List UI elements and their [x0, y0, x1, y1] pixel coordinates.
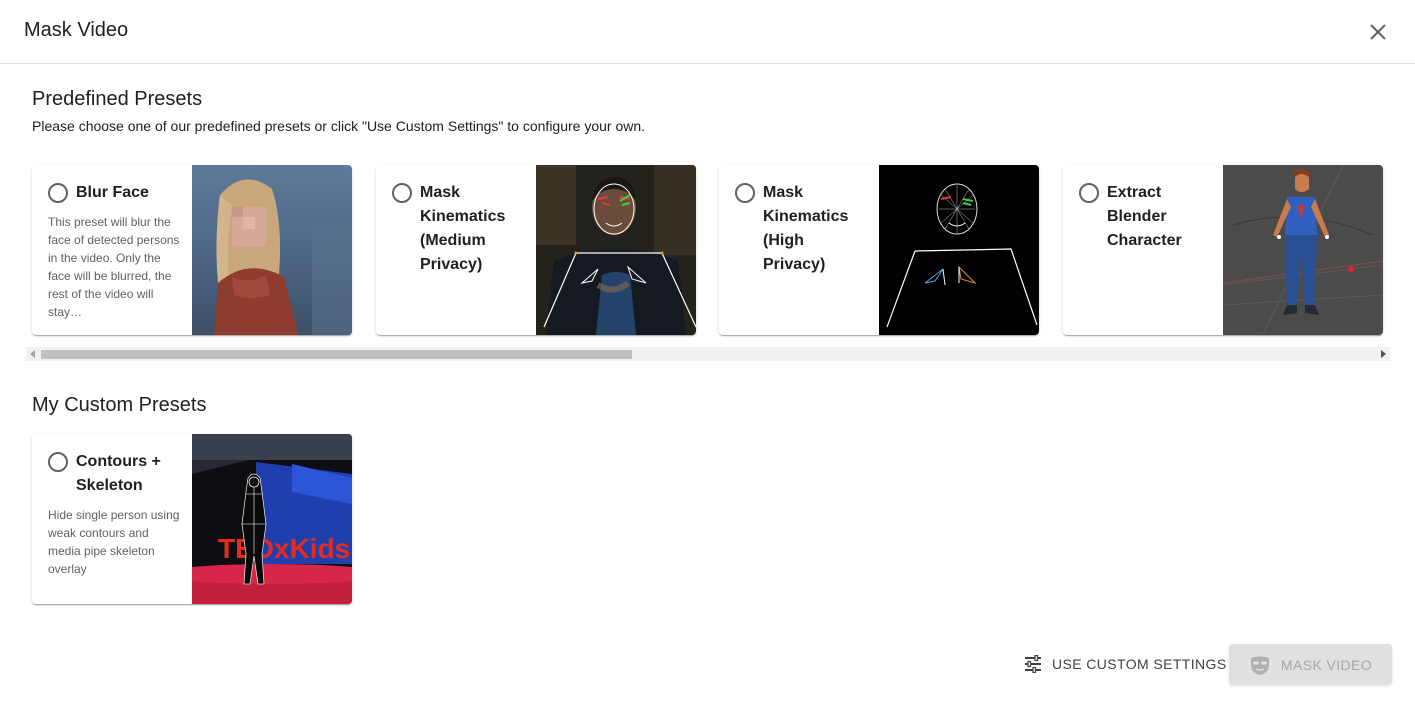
- predefined-presets-subtitle: Please choose one of our predefined pres…: [32, 118, 646, 134]
- card-content: Mask Kinematics (Medium Privacy): [376, 165, 536, 335]
- scroll-left-arrow-icon[interactable]: [30, 350, 35, 358]
- horizontal-scrollbar[interactable]: [26, 347, 1390, 361]
- preset-thumbnail: TEDxKids: [192, 434, 352, 604]
- preset-card-mask-kinematics-medium[interactable]: Mask Kinematics (Medium Privacy): [376, 165, 696, 335]
- card-title: Mask Kinematics (High Privacy): [763, 184, 849, 273]
- card-content: Mask Kinematics (High Privacy): [719, 165, 879, 335]
- preset-card-mask-kinematics-high[interactable]: Mask Kinematics (High Privacy): [719, 165, 1039, 335]
- dialog-header: Mask Video: [0, 0, 1415, 64]
- preset-thumbnail: [879, 165, 1039, 335]
- card-content: Extract Blender Character: [1063, 165, 1223, 335]
- preset-card-contours-skeleton[interactable]: Contours + Skeleton Hide single person u…: [32, 434, 352, 604]
- card-title: Contours + Skeleton: [76, 453, 161, 494]
- dialog-title: Mask Video: [24, 19, 129, 41]
- radio-button[interactable]: [735, 183, 755, 203]
- use-custom-settings-label: USE CUSTOM SETTINGS: [1052, 656, 1227, 672]
- scroll-right-arrow-icon[interactable]: [1381, 350, 1386, 358]
- close-button[interactable]: [1364, 18, 1392, 46]
- card-description: This preset will blur the face of detect…: [48, 215, 180, 319]
- mask-icon: [1250, 656, 1269, 675]
- preset-thumbnail: [1223, 165, 1383, 335]
- radio-button[interactable]: [48, 452, 68, 472]
- predefined-presets-title: Predefined Presets: [32, 88, 203, 110]
- mask-video-label: MASK VIDEO: [1280, 656, 1373, 673]
- radio-button[interactable]: [48, 183, 68, 203]
- scrollbar-thumb[interactable]: [41, 350, 632, 359]
- radio-button[interactable]: [392, 183, 412, 203]
- preset-card-extract-blender-character[interactable]: Extract Blender Character: [1063, 165, 1383, 335]
- preset-thumbnail: [536, 165, 696, 335]
- card-content: Contours + Skeleton Hide single person u…: [32, 434, 192, 604]
- mask-video-button[interactable]: MASK VIDEO: [1229, 644, 1392, 685]
- card-content: Blur Face This preset will blur the face…: [32, 165, 192, 335]
- card-description: Hide single person using weak contours a…: [48, 508, 180, 576]
- preset-thumbnail: [192, 165, 352, 335]
- card-title: Extract Blender Character: [1107, 184, 1182, 249]
- card-title: Blur Face: [76, 184, 149, 201]
- card-title: Mask Kinematics (Medium Privacy): [420, 184, 506, 273]
- custom-presets-title: My Custom Presets: [32, 394, 207, 416]
- use-custom-settings-button[interactable]: USE CUSTOM SETTINGS: [1016, 646, 1235, 682]
- tune-icon: [1025, 655, 1041, 673]
- close-icon: [1370, 24, 1386, 40]
- radio-button[interactable]: [1079, 183, 1099, 203]
- tedx-kids-logo: TEDxKids: [218, 533, 350, 564]
- preset-card-blur-face[interactable]: Blur Face This preset will blur the face…: [32, 165, 352, 335]
